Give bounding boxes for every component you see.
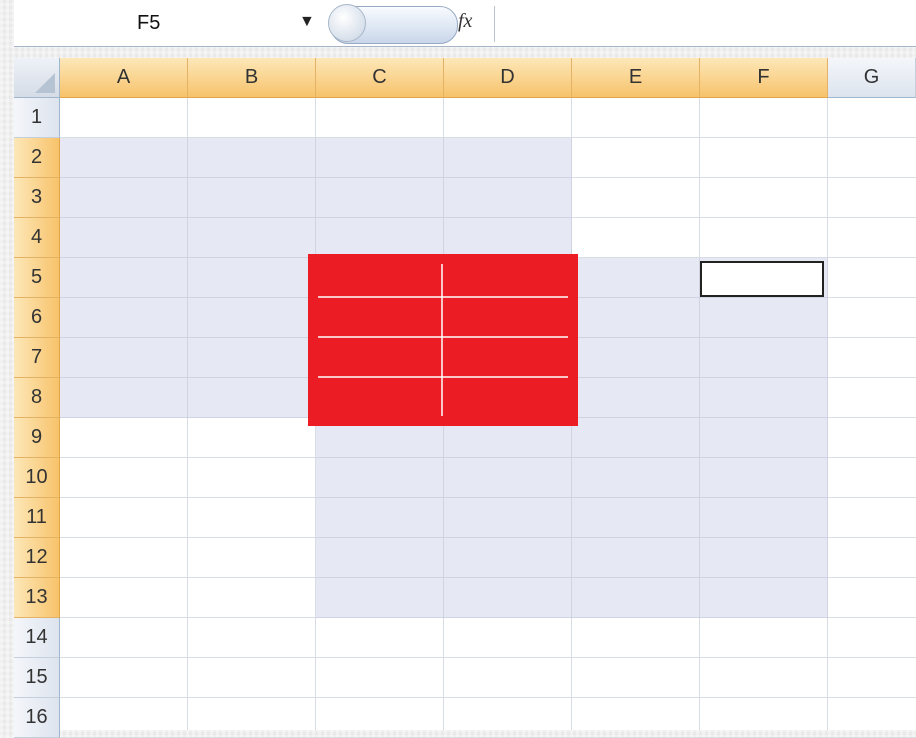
grid-line [60,697,916,698]
fx-icon[interactable]: fx [458,10,472,33]
spreadsheet-grid: ABCDEFG 1 2 3 4 5 6 7 8 9 10 11 12 13 14 15 16 [14,58,916,738]
column-header-g[interactable]: G [828,58,916,98]
row-header-16[interactable]: 16 [14,698,60,738]
row-header-13[interactable]: 13 [14,578,60,618]
column-header-a[interactable]: A [60,58,188,98]
active-cell[interactable] [700,261,824,297]
red-rectangle-shape[interactable] [308,254,578,426]
row-header-10[interactable]: 10 [14,458,60,498]
formula-divider [494,6,495,42]
row-header-9[interactable]: 9 [14,418,60,458]
row-header-4[interactable]: 4 [14,218,60,258]
formula-bar: F5 ▼ fx [14,0,916,47]
row-header-2[interactable]: 2 [14,138,60,178]
row-header-11[interactable]: 11 [14,498,60,538]
formula-round-button[interactable] [328,4,366,42]
shape-line [318,376,568,378]
row-header-1[interactable]: 1 [14,98,60,138]
row-header-6[interactable]: 6 [14,298,60,338]
name-box[interactable]: F5 ▼ [14,4,324,42]
column-header-f[interactable]: F [700,58,828,98]
column-header-c[interactable]: C [316,58,444,98]
row-header-8[interactable]: 8 [14,378,60,418]
shape-line [441,264,443,416]
formula-input[interactable] [514,4,916,42]
row-header-3[interactable]: 3 [14,178,60,218]
column-header-e[interactable]: E [572,58,700,98]
grid-line [60,657,916,658]
row-header-12[interactable]: 12 [14,538,60,578]
highlight-range [316,418,828,618]
row-header-15[interactable]: 15 [14,658,60,698]
row-header-7[interactable]: 7 [14,338,60,378]
row-header-14[interactable]: 14 [14,618,60,658]
select-all-button[interactable] [14,58,60,98]
shape-line [318,296,568,298]
dropdown-arrow-icon[interactable]: ▼ [299,13,315,31]
name-box-value: F5 [137,12,161,34]
shape-line [318,336,568,338]
column-header-d[interactable]: D [444,58,572,98]
row-header-5[interactable]: 5 [14,258,60,298]
column-header-b[interactable]: B [188,58,316,98]
formula-controls: fx [328,4,510,44]
